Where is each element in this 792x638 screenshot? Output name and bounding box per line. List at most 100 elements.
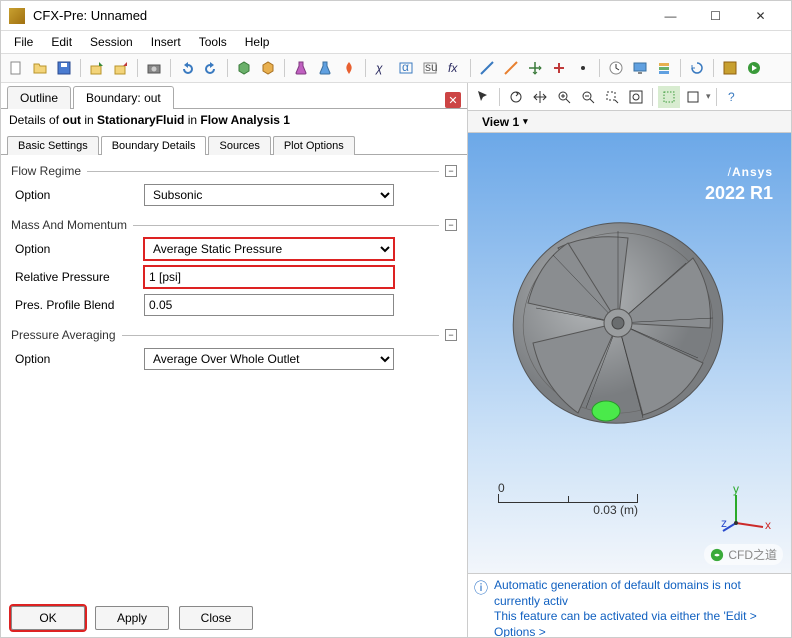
collapse-icon[interactable]: − — [445, 165, 457, 177]
svg-text:z: z — [721, 516, 727, 530]
watermark: CFD之道 — [704, 544, 783, 565]
rotate-icon[interactable] — [686, 57, 708, 79]
flow-option-select[interactable]: Subsonic — [144, 184, 394, 206]
line-blue-icon[interactable] — [476, 57, 498, 79]
sub-icon[interactable]: sub — [419, 57, 441, 79]
right-panel: ▾ ? View 1▾ /Ansys 2022 R1 — [468, 83, 791, 637]
collapse-icon[interactable]: − — [445, 219, 457, 231]
title-bar: CFX-Pre: Unnamed — ☐ ✕ — [1, 1, 791, 31]
close-window-button[interactable]: ✕ — [738, 2, 783, 30]
form-area: Flow Regime − Option Subsonic Mass And M… — [1, 155, 467, 599]
render-mode-icon[interactable] — [682, 86, 704, 108]
tab-basic-settings[interactable]: Basic Settings — [7, 136, 99, 155]
label-profile-blend: Pres. Profile Blend — [11, 298, 136, 312]
box-icon[interactable] — [233, 57, 255, 79]
rel-pressure-input[interactable] — [144, 266, 394, 288]
svg-text:fx: fx — [448, 61, 458, 75]
zoom-out-icon[interactable] — [577, 86, 599, 108]
highlight-icon[interactable] — [658, 86, 680, 108]
solver-icon[interactable] — [719, 57, 741, 79]
tab-boundary[interactable]: Boundary: out — [73, 86, 174, 109]
menu-insert[interactable]: Insert — [143, 33, 189, 51]
help-icon[interactable]: ? — [722, 86, 744, 108]
info-text: Automatic generation of default domains … — [494, 578, 785, 633]
collapse-icon[interactable]: − — [445, 329, 457, 341]
ok-button[interactable]: OK — [11, 606, 85, 630]
pan-icon[interactable] — [529, 86, 551, 108]
flask-icon[interactable] — [290, 57, 312, 79]
monitor-icon[interactable] — [629, 57, 651, 79]
left-panel: Outline Boundary: out ✕ Details of out i… — [1, 83, 468, 637]
zoom-in-icon[interactable] — [553, 86, 575, 108]
app-icon — [9, 8, 25, 24]
scale-bar: 0 0.03 (m) — [498, 481, 638, 517]
open-icon[interactable] — [29, 57, 51, 79]
info-panel: ⓘ Automatic generation of default domain… — [468, 573, 791, 637]
svg-text:y: y — [733, 483, 739, 496]
viewport-3d[interactable]: /Ansys 2022 R1 — [468, 133, 791, 573]
main-tab-strip: Outline Boundary: out ✕ — [1, 83, 467, 109]
svg-text:χ: χ — [375, 61, 383, 75]
tab-plot-options[interactable]: Plot Options — [273, 136, 355, 155]
zoom-box-icon[interactable] — [601, 86, 623, 108]
menu-help[interactable]: Help — [237, 33, 278, 51]
apply-button[interactable]: Apply — [95, 606, 169, 630]
stack-icon[interactable] — [653, 57, 675, 79]
maximize-button[interactable]: ☐ — [693, 2, 738, 30]
menu-file[interactable]: File — [6, 33, 41, 51]
main-toolbar: χ α sub fx — [1, 53, 791, 83]
svg-text:α: α — [402, 60, 409, 74]
undo-icon[interactable] — [176, 57, 198, 79]
label-rel-pressure: Relative Pressure — [11, 270, 136, 284]
info-icon: ⓘ — [474, 578, 488, 633]
sub-tab-strip: Basic Settings Boundary Details Sources … — [1, 131, 467, 155]
group-pressure-avg: Pressure Averaging − — [11, 325, 457, 345]
flame-icon[interactable] — [338, 57, 360, 79]
point-icon[interactable] — [572, 57, 594, 79]
cursor-icon[interactable] — [472, 86, 494, 108]
plus-icon[interactable] — [548, 57, 570, 79]
svg-text:sub: sub — [425, 60, 438, 74]
tab-outline[interactable]: Outline — [7, 86, 71, 109]
line-orange-icon[interactable] — [500, 57, 522, 79]
brand-logo: /Ansys 2022 R1 — [705, 151, 773, 204]
window-title: CFX-Pre: Unnamed — [33, 8, 648, 23]
label-option: Option — [11, 352, 136, 366]
fit-icon[interactable] — [625, 86, 647, 108]
tab-close-icon[interactable]: ✕ — [445, 92, 461, 108]
run-icon[interactable] — [743, 57, 765, 79]
menu-tools[interactable]: Tools — [191, 33, 235, 51]
details-label: Details of out in StationaryFluid in Flo… — [1, 109, 467, 131]
view-tab-strip: View 1▾ — [468, 111, 791, 133]
new-icon[interactable] — [5, 57, 27, 79]
chi-icon[interactable]: χ — [371, 57, 393, 79]
label-option: Option — [11, 242, 136, 256]
redo-icon[interactable] — [200, 57, 222, 79]
mesh-import-icon[interactable] — [86, 57, 108, 79]
alpha-box-icon[interactable]: α — [395, 57, 417, 79]
menu-session[interactable]: Session — [82, 33, 141, 51]
profile-blend-input[interactable] — [144, 294, 394, 316]
tab-boundary-details[interactable]: Boundary Details — [101, 136, 207, 155]
close-button[interactable]: Close — [179, 606, 253, 630]
minimize-button[interactable]: — — [648, 2, 693, 30]
box2-icon[interactable] — [257, 57, 279, 79]
snapshot-icon[interactable] — [143, 57, 165, 79]
mass-option-select[interactable]: Average Static Pressure — [144, 238, 394, 260]
group-mass-momentum: Mass And Momentum − — [11, 215, 457, 235]
menu-bar: File Edit Session Insert Tools Help — [1, 31, 791, 53]
label-option: Option — [11, 188, 136, 202]
impeller-geometry — [498, 203, 738, 443]
mesh-export-icon[interactable] — [110, 57, 132, 79]
fx-icon[interactable]: fx — [443, 57, 465, 79]
menu-edit[interactable]: Edit — [43, 33, 80, 51]
view-tab-1[interactable]: View 1▾ — [474, 113, 536, 131]
avg-option-select[interactable]: Average Over Whole Outlet — [144, 348, 394, 370]
save-icon[interactable] — [53, 57, 75, 79]
chevron-down-icon: ▾ — [523, 116, 528, 127]
tab-sources[interactable]: Sources — [208, 136, 270, 155]
arrows-icon[interactable] — [524, 57, 546, 79]
clock-icon[interactable] — [605, 57, 627, 79]
flask2-icon[interactable] — [314, 57, 336, 79]
rotate-view-icon[interactable] — [505, 86, 527, 108]
